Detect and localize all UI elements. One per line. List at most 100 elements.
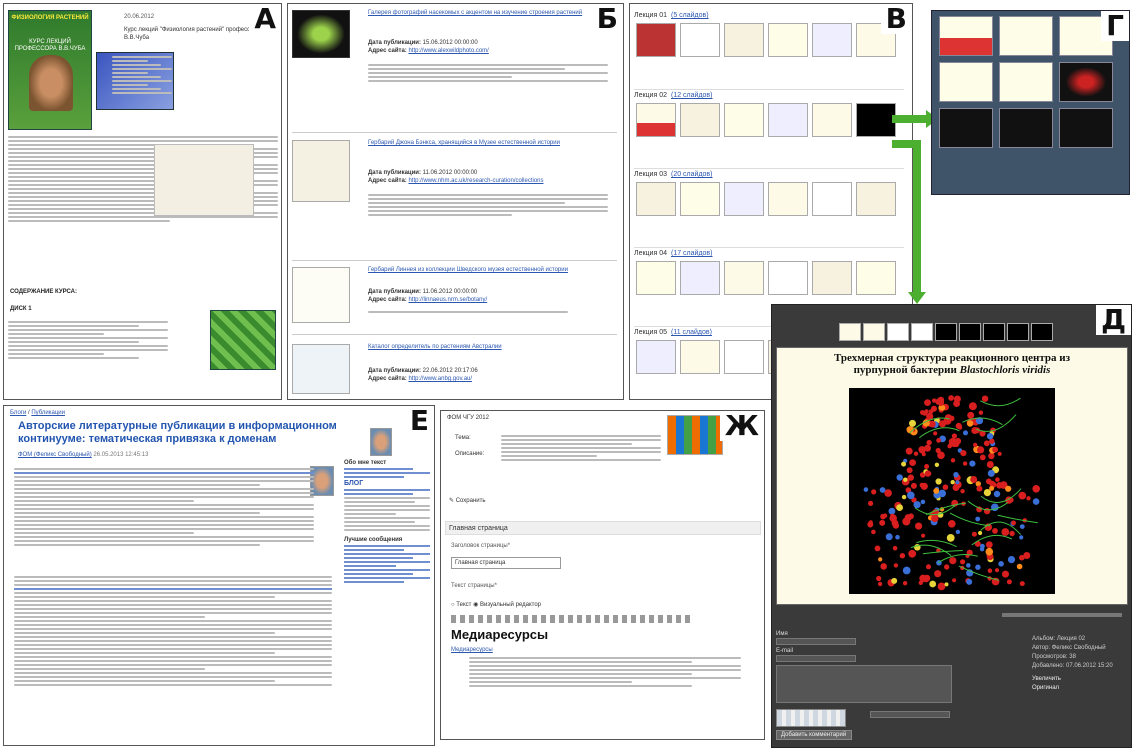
radio-editor[interactable]: ◉ Визуальный редактор <box>473 602 541 608</box>
gallery-thumbnail[interactable] <box>939 16 993 56</box>
site-link[interactable]: http://www.nhm.ac.uk/research-curation/c… <box>408 178 543 184</box>
breadcrumb-sub[interactable]: Публикации <box>31 410 65 416</box>
lecture-count-link[interactable]: (12 слайдов) <box>671 92 712 99</box>
atom-sphere <box>987 469 995 477</box>
slide-thumbnail[interactable] <box>856 103 896 137</box>
slide-thumbnail[interactable] <box>680 23 720 57</box>
atom-sphere <box>981 395 989 402</box>
lecture-count-link[interactable]: (17 слайдов) <box>671 250 712 257</box>
filmstrip-thumbnail[interactable] <box>887 323 909 341</box>
atom-sphere <box>986 461 994 468</box>
slide-thumbnail[interactable] <box>856 261 896 295</box>
filmstrip-thumbnail[interactable] <box>1031 323 1053 341</box>
post-author[interactable]: ФОМ (Феликс Свободный) <box>18 452 92 458</box>
captcha-input[interactable] <box>870 711 950 718</box>
save-button[interactable]: ✎ Сохранить <box>449 497 486 504</box>
panel-a: А ФИЗИОЛОГИЯ РАСТЕНИЙ КУРС ЛЕКЦИЙ ПРОФЕС… <box>3 3 282 400</box>
atom-sphere <box>928 420 936 428</box>
filmstrip[interactable] <box>838 323 1068 345</box>
radio-text[interactable]: ○ Текст <box>451 602 471 608</box>
page-title-input[interactable]: Главная страница <box>451 557 561 569</box>
slide-thumbnail[interactable] <box>636 340 676 374</box>
comment-textarea[interactable] <box>776 665 952 703</box>
site-link[interactable]: http://www.alexwildphoto.com/ <box>408 48 488 54</box>
resource-title[interactable]: Галерея фотографий насекомых с акцентом … <box>368 10 608 17</box>
slide-thumbnail[interactable] <box>812 182 852 216</box>
slide-thumbnail[interactable] <box>680 261 720 295</box>
lecture-count-link[interactable]: (20 слайдов) <box>671 171 712 178</box>
add-comment-button[interactable]: Добавить комментарий <box>776 730 852 740</box>
slide-thumbnail[interactable] <box>724 340 764 374</box>
gallery-thumbnail[interactable] <box>1059 108 1113 148</box>
sidebar-blog-link[interactable]: БЛОГ <box>344 480 430 487</box>
slide-thumbnail[interactable] <box>856 182 896 216</box>
atom-sphere <box>934 462 940 467</box>
resource-title[interactable]: Гербарий Линнея из коллекции Шведского м… <box>368 267 608 274</box>
slide-thumbnail[interactable] <box>680 103 720 137</box>
atom-sphere <box>944 564 950 570</box>
slide-thumbnail[interactable] <box>680 340 720 374</box>
gallery-thumbnail[interactable] <box>999 108 1053 148</box>
filmstrip-thumbnail[interactable] <box>839 323 861 341</box>
lecture-count-link[interactable]: (5 слайдов) <box>671 12 709 19</box>
editor-toolbar[interactable] <box>451 615 691 623</box>
atom-sphere <box>868 500 874 506</box>
site-link[interactable]: http://www.anbg.gov.au/ <box>408 376 472 382</box>
breadcrumb-home[interactable]: Блоги <box>10 410 26 416</box>
filmstrip-thumbnail[interactable] <box>911 323 933 341</box>
slide-thumbnail[interactable] <box>812 103 852 137</box>
slide-thumbnail[interactable] <box>812 261 852 295</box>
filmstrip-thumbnail[interactable] <box>1007 323 1029 341</box>
gallery-thumbnail[interactable] <box>939 108 993 148</box>
sidebar: Обо мне текст БЛОГ Лучшие сообщения <box>344 428 430 585</box>
slide-thumbnail[interactable] <box>812 23 852 57</box>
atom-sphere <box>896 474 903 481</box>
slide-thumbnail[interactable] <box>680 182 720 216</box>
enlarge-link[interactable]: Увеличить <box>1032 675 1128 684</box>
editor-intro-link[interactable]: Медиаресурсы <box>451 647 493 653</box>
slide-thumbnail[interactable] <box>724 23 764 57</box>
slide-thumbnail[interactable] <box>724 261 764 295</box>
date-label: Дата публикации: <box>368 368 421 374</box>
slide-thumbnail[interactable] <box>636 103 676 137</box>
site-link[interactable]: http://linnaeus.nrm.se/botany/ <box>408 297 487 303</box>
atom-sphere <box>934 570 942 578</box>
lecture-row: Лекция 01 (5 слайдов) <box>634 10 904 84</box>
name-input[interactable] <box>776 638 856 645</box>
gallery-thumbnail[interactable] <box>1059 62 1113 102</box>
resource-title[interactable]: Каталог определитель по растениям Австра… <box>368 344 608 351</box>
slide-thumbnail[interactable] <box>636 261 676 295</box>
sidebar-recent-heading: Лучшие сообщения <box>344 537 403 543</box>
slide-thumbnail[interactable] <box>768 182 808 216</box>
slide-thumbnail[interactable] <box>724 182 764 216</box>
site-label: Адрес сайта: <box>368 376 407 382</box>
atom-sphere <box>1019 524 1025 529</box>
atom-sphere <box>952 578 957 583</box>
slide-thumbnail[interactable] <box>768 261 808 295</box>
filmstrip-thumbnail[interactable] <box>863 323 885 341</box>
post-title[interactable]: Авторские литературные публикации в инфо… <box>18 420 338 446</box>
filmstrip-thumbnail[interactable] <box>983 323 1005 341</box>
atom-sphere <box>909 419 916 427</box>
atom-sphere <box>973 442 978 448</box>
slide-thumbnail[interactable] <box>636 23 676 57</box>
site-label: Адрес сайта: <box>368 297 407 303</box>
gallery-thumbnail[interactable] <box>939 62 993 102</box>
gallery-thumbnail[interactable] <box>999 16 1053 56</box>
email-input[interactable] <box>776 655 856 662</box>
resource-title[interactable]: Гербарий Джона Бэнкса, хранящийся в Музе… <box>368 140 608 147</box>
slide-thumbnail[interactable] <box>636 182 676 216</box>
slide-thumbnail[interactable] <box>768 23 808 57</box>
slide-thumbnail[interactable] <box>724 103 764 137</box>
atom-sphere <box>1002 570 1009 578</box>
original-link[interactable]: Оригинал <box>1032 684 1128 693</box>
filmstrip-thumbnail[interactable] <box>959 323 981 341</box>
filmstrip-thumbnail[interactable] <box>935 323 957 341</box>
slide-thumbnail[interactable] <box>768 103 808 137</box>
protein-structure-icon <box>863 395 1040 591</box>
atom-sphere <box>879 519 886 526</box>
gallery-thumbnail[interactable] <box>999 62 1053 102</box>
lecture-count-link[interactable]: (11 слайдов) <box>671 329 712 336</box>
atom-sphere <box>896 504 903 511</box>
atom-sphere <box>992 528 998 534</box>
